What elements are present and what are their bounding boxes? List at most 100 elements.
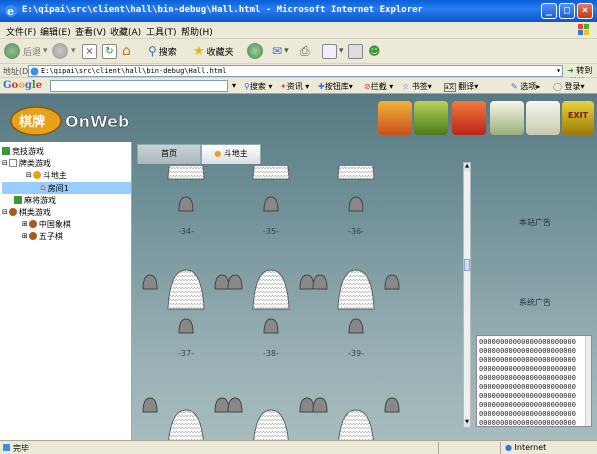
- back-button[interactable]: 后退 ▾: [4, 41, 48, 61]
- menu-view[interactable]: 查看(V): [75, 25, 106, 38]
- stop-button[interactable]: ×: [82, 41, 97, 61]
- teacup-icon[interactable]: [526, 101, 560, 135]
- close-button[interactable]: ×: [577, 3, 593, 19]
- scroll-down-icon[interactable]: ▼: [464, 419, 470, 427]
- google-buttons-button[interactable]: ✚按钮库▾: [318, 81, 353, 92]
- seat-bottom[interactable]: [263, 318, 279, 334]
- game-table[interactable]: [167, 269, 205, 310]
- refresh-button[interactable]: ↻: [102, 41, 117, 61]
- game-table[interactable]: [167, 166, 205, 180]
- money-bag-icon[interactable]: [414, 101, 448, 135]
- search-button[interactable]: ⚲ 搜索: [148, 41, 177, 61]
- forward-button[interactable]: ▾: [52, 41, 76, 61]
- home-icon: ⌂: [40, 183, 46, 193]
- seat-left[interactable]: [142, 397, 158, 413]
- ie-icon: e: [5, 5, 17, 18]
- scroll-up-icon[interactable]: ▲: [464, 163, 470, 171]
- log-line: 00000000000000000000000: [479, 383, 576, 391]
- seat-left[interactable]: [142, 274, 158, 290]
- tree-node-xiangqi[interactable]: ⊞ 中国象棋: [22, 218, 71, 230]
- svg-text:棋牌: 棋牌: [18, 114, 45, 130]
- chevron-down-icon[interactable]: ▾: [556, 66, 561, 76]
- google-signin-button[interactable]: ◯ 登录▾: [553, 81, 585, 92]
- seat-left[interactable]: [227, 397, 243, 413]
- print-button[interactable]: ⎙: [300, 41, 310, 61]
- seat-right[interactable]: [384, 274, 400, 290]
- page-icon: [30, 67, 39, 76]
- menu-help[interactable]: 帮助(H): [181, 25, 213, 38]
- game-table[interactable]: [252, 166, 290, 180]
- seat-right[interactable]: [299, 397, 315, 413]
- address-input[interactable]: E:\qipai\src\client\hall\bin-debug\Hall.…: [28, 65, 563, 77]
- seat-bottom[interactable]: [348, 196, 364, 212]
- go-arrow-icon: ➜: [567, 66, 574, 75]
- menu-tools[interactable]: 工具(T): [146, 25, 177, 38]
- home-button[interactable]: ⌂: [122, 41, 131, 61]
- seat-left[interactable]: [312, 274, 328, 290]
- chess-icon: [28, 232, 37, 240]
- favorites-button[interactable]: ★ 收藏夹: [193, 41, 234, 61]
- chevron-down-icon: ▾: [284, 46, 289, 56]
- seat-bottom[interactable]: [348, 318, 364, 334]
- tab-doudizhu-label: 斗地主: [223, 149, 248, 158]
- tree-node-competitive[interactable]: 竞技游戏: [2, 145, 44, 157]
- messenger-button[interactable]: ☻: [368, 41, 381, 61]
- tree-node-doudizhu[interactable]: ⊟ 斗地主: [26, 169, 67, 181]
- google-search-input[interactable]: [50, 80, 228, 92]
- game-table[interactable]: [338, 409, 374, 440]
- google-popup-blocker[interactable]: ⊘拦截 ▾: [364, 81, 393, 92]
- google-bookmarks-button[interactable]: ☆ 书签▾: [402, 81, 432, 92]
- discuss-button[interactable]: [348, 41, 363, 61]
- expand-icon: ⊞: [22, 220, 28, 228]
- google-news-button[interactable]: ✦资讯 ▾: [280, 81, 309, 92]
- seat-bottom[interactable]: [178, 196, 194, 212]
- game-table[interactable]: [337, 166, 375, 180]
- system-message-box[interactable]: 00000000000000000000000 00000000000000000…: [476, 335, 592, 427]
- seat-bottom[interactable]: [178, 318, 194, 334]
- seat-right[interactable]: [384, 397, 400, 413]
- mail-button[interactable]: ✉ ▾: [272, 41, 289, 61]
- notepad-icon[interactable]: [490, 101, 524, 135]
- tab-doudizhu[interactable]: ● 斗地主: [201, 144, 261, 164]
- history-button[interactable]: [247, 41, 266, 61]
- game-table[interactable]: [252, 269, 290, 310]
- menu-file[interactable]: 文件(F): [6, 25, 36, 38]
- tree-node-card-games[interactable]: ⊟ 牌类游戏: [2, 157, 51, 169]
- tree-node-room1[interactable]: ⌂ 房间1: [2, 182, 131, 194]
- menu-favorites[interactable]: 收藏(A): [110, 25, 141, 38]
- minimize-button[interactable]: _: [541, 3, 557, 19]
- scroll-thumb[interactable]: [464, 259, 470, 271]
- menu-edit[interactable]: 编辑(E): [40, 25, 71, 38]
- tables-scrollbar[interactable]: ▲ ▼: [463, 162, 471, 428]
- refresh-icon: ↻: [102, 43, 117, 59]
- message-scrollbar[interactable]: [585, 336, 591, 426]
- tab-home[interactable]: 首页: [137, 144, 201, 164]
- tree-node-board-games[interactable]: ⊟ 棋类游戏: [2, 206, 51, 218]
- table-number: -34-: [178, 227, 194, 236]
- shop-icon[interactable]: [452, 101, 486, 135]
- seat-bottom[interactable]: [263, 196, 279, 212]
- edit-button[interactable]: ▾: [322, 41, 344, 61]
- game-table[interactable]: [337, 269, 375, 310]
- game-table[interactable]: [253, 409, 289, 440]
- seat-left[interactable]: [312, 397, 328, 413]
- seat-left[interactable]: [227, 274, 243, 290]
- chess-icon: [8, 208, 17, 216]
- google-translate-button[interactable]: a文 翻译▾: [444, 81, 478, 92]
- game-table[interactable]: [168, 409, 204, 440]
- tree-node-gomoku[interactable]: ⊞ 五子棋: [22, 230, 63, 242]
- mail-icon: ✉: [272, 44, 283, 58]
- maximize-button[interactable]: □: [559, 3, 575, 19]
- backpack-icon[interactable]: [378, 101, 412, 135]
- google-search-button[interactable]: ⚲搜索 ▾: [244, 81, 272, 92]
- google-options-button[interactable]: ✎ 选项▸: [511, 81, 540, 92]
- seat-right[interactable]: [214, 274, 230, 290]
- seat-right[interactable]: [214, 397, 230, 413]
- table-number: -39-: [348, 349, 364, 358]
- status-divider: [500, 442, 501, 454]
- exit-icon[interactable]: EXIT: [562, 101, 594, 135]
- chess-icon: [28, 220, 37, 228]
- seat-right[interactable]: [299, 274, 315, 290]
- chevron-down-icon[interactable]: ▾: [232, 81, 236, 90]
- tree-node-mahjong[interactable]: 麻将游戏: [14, 194, 56, 206]
